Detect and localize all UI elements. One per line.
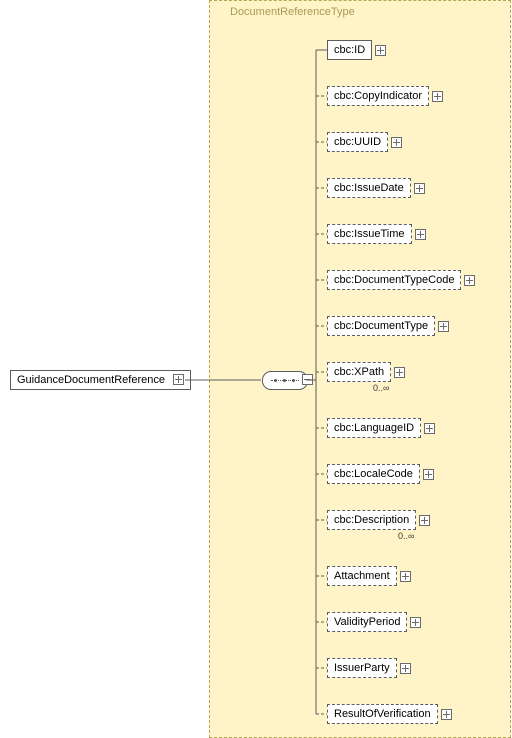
sequence-compositor xyxy=(262,371,308,390)
element-box: cbc:XPath xyxy=(327,362,391,382)
expand-icon[interactable] xyxy=(391,137,402,148)
cardinality-label: 0..∞ xyxy=(373,383,389,393)
element-issueDate: cbc:IssueDate xyxy=(327,178,425,198)
element-box: cbc:LocaleCode xyxy=(327,464,420,484)
element-box: cbc:IssueDate xyxy=(327,178,411,198)
expand-icon[interactable] xyxy=(410,617,421,628)
element-box: cbc:Description xyxy=(327,510,416,530)
expand-icon[interactable] xyxy=(432,91,443,102)
element-id: cbc:ID xyxy=(327,40,386,60)
element-box: IssuerParty xyxy=(327,658,397,678)
expand-icon[interactable] xyxy=(302,374,313,385)
element-uuid: cbc:UUID xyxy=(327,132,402,152)
element-box: cbc:IssueTime xyxy=(327,224,412,244)
element-box: cbc:DocumentType xyxy=(327,316,435,336)
element-box: cbc:CopyIndicator xyxy=(327,86,429,106)
expand-icon[interactable] xyxy=(424,423,435,434)
element-languageId: cbc:LanguageID xyxy=(327,418,435,438)
expand-icon[interactable] xyxy=(438,321,449,332)
expand-icon[interactable] xyxy=(464,275,475,286)
element-attachment: Attachment xyxy=(327,566,411,586)
element-issuerParty: IssuerParty xyxy=(327,658,411,678)
element-box: cbc:UUID xyxy=(327,132,388,152)
root-element: GuidanceDocumentReference xyxy=(10,370,191,390)
expand-icon[interactable] xyxy=(400,663,411,674)
expand-icon[interactable] xyxy=(394,367,405,378)
element-box: Attachment xyxy=(327,566,397,586)
element-copyIndicator: cbc:CopyIndicator xyxy=(327,86,443,106)
expand-icon[interactable] xyxy=(423,469,434,480)
expand-icon[interactable] xyxy=(375,45,386,56)
type-container-label: DocumentReferenceType xyxy=(230,6,355,18)
element-box: cbc:ID xyxy=(327,40,372,60)
element-issueTime: cbc:IssueTime xyxy=(327,224,426,244)
expand-icon[interactable] xyxy=(173,374,184,385)
element-localeCode: cbc:LocaleCode xyxy=(327,464,434,484)
element-docType: cbc:DocumentType xyxy=(327,316,449,336)
expand-icon[interactable] xyxy=(414,183,425,194)
element-box: cbc:LanguageID xyxy=(327,418,421,438)
expand-icon[interactable] xyxy=(415,229,426,240)
element-xpath: cbc:XPath xyxy=(327,362,405,382)
expand-icon[interactable] xyxy=(419,515,430,526)
element-rov: ResultOfVerification xyxy=(327,704,452,724)
element-docTypeCode: cbc:DocumentTypeCode xyxy=(327,270,475,290)
element-validityPeriod: ValidityPeriod xyxy=(327,612,421,632)
root-element-label: GuidanceDocumentReference xyxy=(17,374,165,386)
cardinality-label: 0..∞ xyxy=(398,531,414,541)
expand-icon[interactable] xyxy=(441,709,452,720)
element-description: cbc:Description xyxy=(327,510,430,530)
element-box: ValidityPeriod xyxy=(327,612,407,632)
expand-icon[interactable] xyxy=(400,571,411,582)
element-box: cbc:DocumentTypeCode xyxy=(327,270,461,290)
element-box: ResultOfVerification xyxy=(327,704,438,724)
